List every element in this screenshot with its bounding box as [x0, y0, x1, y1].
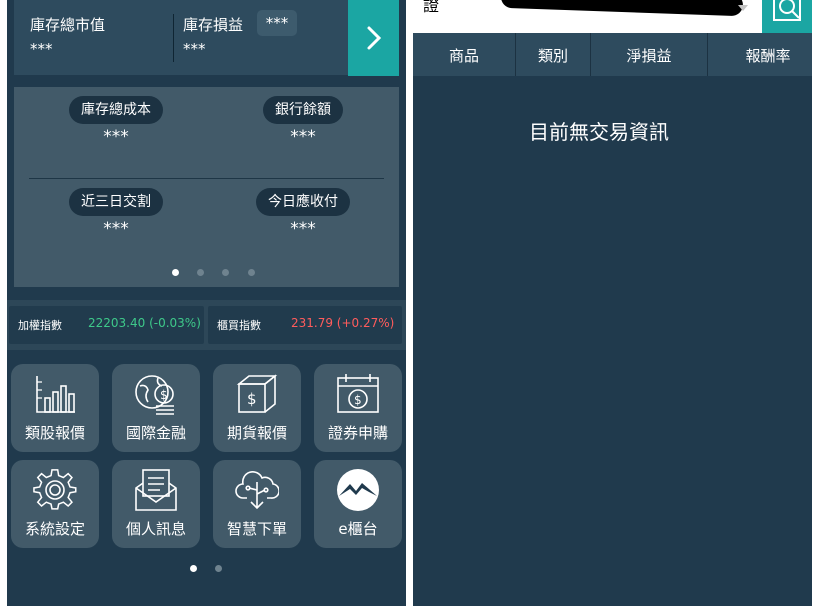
menu-securities-subscription[interactable]: $ 證券申購: [314, 364, 402, 452]
menu-smart-order[interactable]: 智慧下單: [213, 460, 301, 548]
svg-text:$: $: [160, 388, 168, 402]
inventory-cost-value: ***: [103, 127, 129, 147]
dropdown-caret-icon[interactable]: [738, 5, 748, 11]
taiex-index-value: 22203.40 (-0.03%): [88, 316, 201, 330]
today-receivable-label: 今日應收付: [256, 188, 350, 216]
carousel-divider: [29, 178, 384, 179]
bar-chart-icon: [36, 376, 75, 413]
cloud-download-icon: [235, 471, 279, 510]
globe-coins-icon: $: [135, 375, 174, 415]
inventory-pnl-value: ***: [183, 40, 206, 58]
right-screen: 證 商品 類別 淨損益 報酬率 目前無交易資訊: [413, 0, 812, 606]
bank-balance-value: ***: [290, 127, 316, 147]
menu-personal-messages-label: 個人訊息: [125, 520, 186, 538]
svg-text:$: $: [247, 390, 257, 408]
envelope-icon: [135, 469, 177, 511]
menu-futures-quotes-label: 期貨報價: [226, 424, 287, 442]
svg-text:$: $: [354, 393, 362, 407]
today-receivable-value: ***: [290, 219, 316, 239]
otc-index-value: 231.79 (+0.27%): [291, 316, 395, 330]
chevron-right-icon: [367, 26, 382, 50]
inventory-pnl-label: 庫存損益: [183, 16, 244, 34]
positions-table-header: 商品 類別 淨損益 報酬率: [413, 33, 812, 76]
taiex-index[interactable]: 加權指數 22203.40 (-0.03%): [9, 306, 204, 344]
header-net-pnl[interactable]: 淨損益: [591, 33, 707, 76]
summary-divider: [173, 14, 174, 62]
menu-e-counter-label: e櫃台: [338, 520, 378, 538]
otc-index[interactable]: 櫃買指數 231.79 (+0.27%): [208, 306, 402, 344]
settlement-3day-value: ***: [103, 219, 129, 239]
menu-international-finance[interactable]: $ 國際金融: [112, 364, 200, 452]
menu-sector-quotes-label: 類股報價: [24, 424, 85, 442]
carousel-dot-1[interactable]: [172, 269, 179, 276]
menu-personal-messages[interactable]: 個人訊息: [112, 460, 200, 548]
carousel-dot-4[interactable]: [248, 269, 255, 276]
pnl-visibility-toggle[interactable]: ***: [257, 10, 297, 36]
settlement-3day-label: 近三日交割: [69, 188, 163, 216]
menu-page-dot-1[interactable]: [190, 565, 197, 572]
empty-state-message: 目前無交易資訊: [529, 120, 669, 144]
menu-system-settings[interactable]: 系統設定: [11, 460, 99, 548]
left-screen: 庫存總市值 *** 庫存損益 *** *** 庫存總成本 *** 銀行餘額 **…: [7, 0, 406, 606]
search-icon: [773, 0, 801, 21]
carousel-dot-3[interactable]: [222, 269, 229, 276]
bank-balance-label: 銀行餘額: [263, 96, 343, 124]
product-search-field[interactable]: 證: [413, 0, 762, 33]
market-index-bar: 加權指數 22203.40 (-0.03%) 櫃買指數 231.79 (+0.2…: [7, 300, 406, 350]
mountain-logo-icon: [337, 469, 379, 511]
redaction-mark: [500, 0, 744, 17]
menu-international-finance-label: 國際金融: [125, 424, 186, 442]
search-button[interactable]: [762, 0, 812, 33]
menu-securities-subscription-label: 證券申購: [327, 424, 388, 442]
header-category[interactable]: 類別: [516, 33, 590, 76]
menu-smart-order-label: 智慧下單: [226, 520, 287, 538]
menu-system-settings-label: 系統設定: [24, 520, 85, 538]
menu-sector-quotes[interactable]: 類股報價: [11, 364, 99, 452]
calendar-dollar-icon: $: [337, 374, 379, 413]
inventory-market-value: ***: [30, 40, 53, 58]
header-return-rate[interactable]: 報酬率: [708, 33, 812, 76]
box-dollar-icon: $: [236, 374, 278, 413]
gear-icon: [33, 469, 77, 510]
search-input-text: 證: [423, 0, 440, 15]
inventory-market-value-label: 庫存總市值: [30, 16, 106, 34]
header-product[interactable]: 商品: [413, 33, 515, 76]
balance-carousel[interactable]: 庫存總成本 *** 銀行餘額 *** 近三日交割 *** 今日應收付 ***: [14, 87, 399, 287]
inventory-summary-card: 庫存總市值 *** 庫存損益 *** ***: [14, 0, 354, 75]
menu-futures-quotes[interactable]: $ 期貨報價: [213, 364, 301, 452]
menu-page-dot-2[interactable]: [215, 565, 222, 572]
summary-detail-button[interactable]: [348, 0, 399, 76]
otc-index-name: 櫃買指數: [217, 319, 261, 332]
taiex-index-name: 加權指數: [18, 319, 62, 332]
menu-e-counter[interactable]: e櫃台: [314, 460, 402, 548]
carousel-dot-2[interactable]: [197, 269, 204, 276]
inventory-cost-label: 庫存總成本: [69, 96, 163, 124]
